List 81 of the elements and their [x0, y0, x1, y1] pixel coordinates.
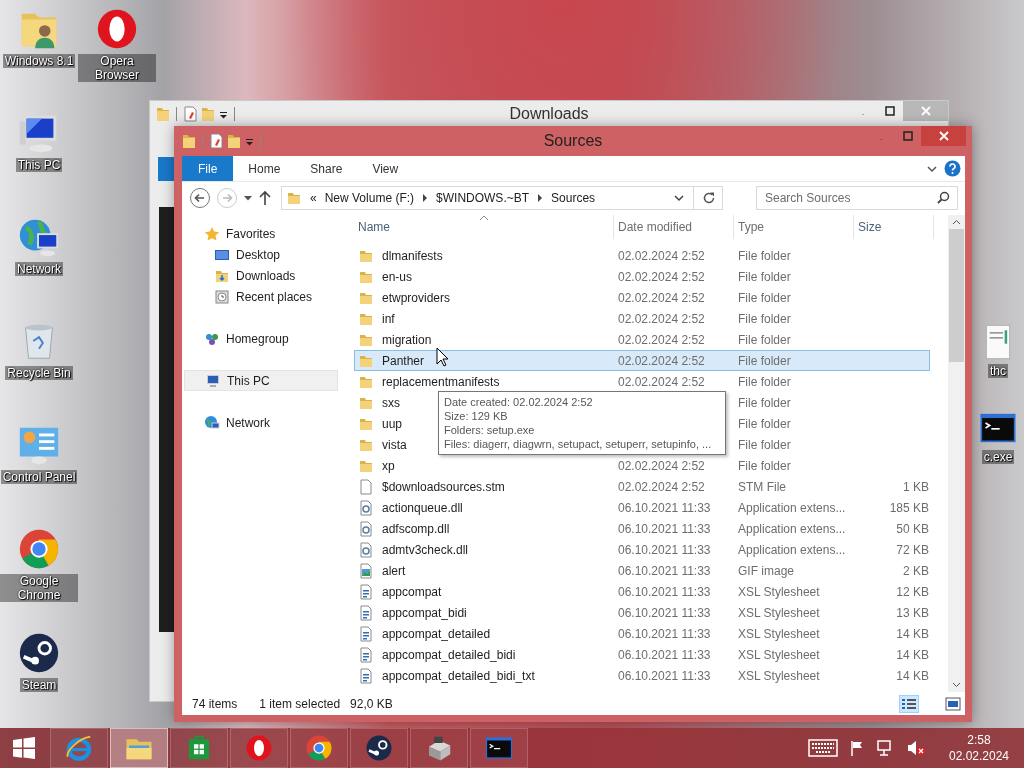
file-type: Application extens...: [738, 500, 846, 515]
file-name: migration: [382, 332, 432, 347]
file-type: File folder: [738, 332, 791, 347]
file-type: GIF image: [738, 563, 794, 578]
file-type: Application extens...: [738, 542, 846, 557]
file-name: appcompat: [382, 584, 442, 599]
file-name: actionqueue.dll: [382, 500, 463, 515]
date-modified: 06.10.2021 11:33: [618, 584, 711, 599]
file-name: replacementmanifests: [382, 374, 500, 389]
file-type: XSL Stylesheet: [738, 605, 820, 620]
file-name: $downloadsources.stm: [382, 479, 505, 494]
date-modified: 06.10.2021 11:33: [618, 542, 711, 557]
window-title: Sources: [543, 132, 603, 150]
file-type: XSL Stylesheet: [738, 584, 820, 599]
tooltip-text: Folders: setup.exe: [444, 423, 536, 437]
file-size: 14 KB: [896, 626, 929, 641]
tooltip-text: Files: diagerr, diagwrn, setupact, setuperr, setupinfo, ...: [444, 437, 713, 451]
file-type: File folder: [738, 269, 791, 284]
file-size: 72 KB: [896, 542, 929, 557]
date-modified: 06.10.2021 11:33: [618, 647, 711, 662]
file-type: File folder: [738, 416, 791, 431]
file-type: File folder: [738, 248, 791, 263]
date-modified: 02.02.2024 2:52: [618, 353, 705, 368]
date-modified: 02.02.2024 2:52: [618, 248, 705, 263]
date-modified: 02.02.2024 2:52: [618, 479, 705, 494]
file-name: xp: [382, 458, 395, 473]
file-size: 14 KB: [896, 647, 929, 662]
file-name: etwproviders: [382, 290, 451, 305]
file-type: XSL Stylesheet: [738, 626, 820, 641]
date-modified: 06.10.2021 11:33: [618, 626, 711, 641]
file-type: File folder: [738, 290, 791, 305]
date-modified: 02.02.2024 2:52: [618, 269, 705, 284]
date-modified: 02.02.2024 2:52: [618, 311, 705, 326]
file-name: appcompat_detailed_bidi: [382, 647, 516, 662]
clock-date: 02.02.2024: [948, 748, 1010, 764]
window-title: Downloads: [509, 105, 589, 123]
file-type: STM File: [738, 479, 786, 494]
file-type: File folder: [738, 353, 791, 368]
file-name: sxs: [382, 395, 400, 410]
file-name: Panther: [382, 353, 425, 368]
file-type: File folder: [738, 395, 791, 410]
date-modified: 06.10.2021 11:33: [618, 668, 711, 683]
file-size: 12 KB: [896, 584, 929, 599]
file-name: en-us: [382, 269, 413, 284]
file-name: inf: [382, 311, 395, 326]
file-name: appcompat_bidi: [382, 605, 467, 620]
file-size: 1 KB: [903, 479, 929, 494]
date-modified: 02.02.2024 2:52: [618, 290, 705, 305]
date-modified: 06.10.2021 11:33: [618, 500, 711, 515]
file-size: 14 KB: [896, 668, 929, 683]
file-size: 50 KB: [896, 521, 929, 536]
file-size: 2 KB: [903, 563, 929, 578]
file-type: File folder: [738, 311, 791, 326]
file-size: 13 KB: [896, 605, 929, 620]
file-type: File folder: [738, 458, 791, 473]
tooltip-text: Date created: 02.02.2024 2:52: [444, 395, 594, 409]
file-type: XSL Stylesheet: [738, 647, 820, 662]
date-modified: 06.10.2021 11:33: [618, 521, 711, 536]
file-name: admtv3check.dll: [382, 542, 469, 557]
file-name: alert: [382, 563, 406, 578]
date-modified: 06.10.2021 11:33: [618, 563, 711, 578]
file-name: appcompat_detailed_bidi_txt: [382, 668, 535, 683]
selection-size: 92,0 KB: [350, 696, 393, 711]
date-modified: 06.10.2021 11:33: [618, 605, 711, 620]
selection-count: 1 item selected: [259, 696, 341, 711]
date-modified: 02.02.2024 2:52: [618, 332, 705, 347]
date-modified: 02.02.2024 2:52: [618, 374, 705, 389]
file-name: appcompat_detailed: [382, 626, 491, 641]
file-name: uup: [382, 416, 403, 431]
file-name: vista: [382, 437, 407, 452]
tooltip-text: Size: 129 KB: [444, 409, 509, 423]
file-name: adfscomp.dll: [382, 521, 450, 536]
file-type: Application extens...: [738, 521, 846, 536]
file-size: 185 KB: [889, 500, 929, 515]
file-type: File folder: [738, 374, 791, 389]
file-name: dlmanifests: [382, 248, 443, 263]
item-count: 74 items: [192, 696, 238, 711]
clock-time: 2:58: [967, 732, 991, 748]
file-type: XSL Stylesheet: [738, 668, 820, 683]
file-type: File folder: [738, 437, 791, 452]
date-modified: 02.02.2024 2:52: [618, 458, 705, 473]
